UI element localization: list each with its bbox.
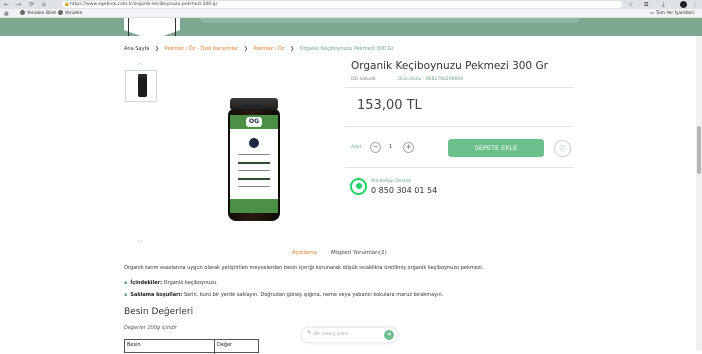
whatsapp-icon-inner bbox=[356, 183, 362, 189]
product-price: 153,00 TL bbox=[357, 98, 422, 113]
chevron-right-icon: ❯ bbox=[154, 46, 160, 52]
bookmarks-bar: ▦ Yeniden Bilet Yeniden ▭ Tüm Yer İşaret… bbox=[0, 9, 702, 18]
product-title: Organik Keçiboynuzu Pekmezi 300 Gr bbox=[351, 60, 548, 72]
bullet-value: Organik keçiboynuzu. bbox=[162, 280, 218, 286]
menu-icon[interactable]: ⋮ bbox=[692, 0, 698, 9]
message-input[interactable]: ✎ Bir mesaj yazın ➜ bbox=[302, 328, 397, 342]
product-thumbnail[interactable] bbox=[125, 70, 157, 102]
reload-icon[interactable]: ⟳ bbox=[29, 0, 34, 9]
nutrition-subtitle: Değerler 100g içindir bbox=[124, 325, 177, 331]
url-text: https://www.ogebink.com.tr/organik-kecib… bbox=[70, 2, 218, 7]
profile-avatar[interactable] bbox=[680, 1, 687, 8]
home-icon[interactable]: ⌂ bbox=[42, 0, 46, 9]
quantity-decrease-button[interactable]: − bbox=[370, 142, 381, 153]
send-icon[interactable]: ➜ bbox=[384, 330, 394, 340]
breadcrumb: Ana Sayfa ❯ Pekmez / Öz - Özel Karışımla… bbox=[124, 46, 394, 52]
all-bookmarks[interactable]: ▭ Tüm Yer İşaretleri bbox=[650, 9, 695, 18]
breadcrumb-category[interactable]: Pekmez / Öz - Özel Karışımlar bbox=[165, 46, 238, 52]
tab-description[interactable]: Açıklama bbox=[292, 250, 317, 256]
breadcrumb-home[interactable]: Ana Sayfa bbox=[124, 46, 149, 52]
chat-icon: ✎ bbox=[307, 330, 312, 336]
jar-thumbnail-image bbox=[138, 76, 147, 97]
divider bbox=[345, 167, 573, 168]
globe-icon bbox=[58, 10, 63, 15]
lock-icon: 🔒 bbox=[64, 2, 70, 7]
label-text-line bbox=[238, 178, 270, 180]
scrollbar-thumb[interactable] bbox=[697, 126, 701, 174]
quantity-input[interactable]: 1 bbox=[389, 144, 392, 150]
breadcrumb-subcategory[interactable]: Pekmez / Öz bbox=[254, 46, 285, 52]
label-text-line bbox=[238, 154, 270, 155]
chevron-right-icon: ❯ bbox=[243, 46, 248, 52]
table-header: Besin bbox=[127, 342, 141, 348]
chevron-right-icon: ❯ bbox=[289, 46, 295, 52]
label-text-line bbox=[238, 162, 270, 164]
organic-seal-icon bbox=[249, 138, 259, 148]
product-sku: Ürün Kodu : 8682792206660 bbox=[398, 77, 464, 82]
bullet-key: İçindekiler: bbox=[130, 280, 163, 286]
tab-reviews[interactable]: Müşteri Yorumları(2) bbox=[331, 250, 387, 256]
chevron-up-icon[interactable]: ︿ bbox=[137, 58, 143, 67]
header-search-strip[interactable] bbox=[200, 18, 580, 23]
quantity-label: Adet bbox=[351, 145, 362, 150]
description-bullet: ▪ Saklama koşulları: Serin, kuru bir yerd… bbox=[124, 292, 443, 298]
message-placeholder: Bir mesaj yazın bbox=[314, 332, 349, 337]
browser-toolbar: ← → ⟳ ⌂ 🔒 https://www.ogebink.com.tr/org… bbox=[0, 0, 702, 9]
bookmark-item[interactable]: Yeniden Bilet bbox=[20, 9, 56, 18]
bullet-key: Saklama koşulları: bbox=[130, 292, 183, 298]
back-icon[interactable]: ← bbox=[4, 0, 9, 9]
address-bar[interactable]: 🔒 https://www.ogebink.com.tr/organik-kec… bbox=[62, 1, 622, 8]
forward-icon[interactable]: → bbox=[16, 0, 21, 9]
jar-lid-thumbnail bbox=[138, 74, 147, 78]
logo-frame bbox=[128, 18, 176, 36]
divider bbox=[345, 126, 573, 127]
bookmark-item[interactable]: Yeniden bbox=[58, 9, 83, 18]
nutrition-title: Besin Değerleri bbox=[124, 307, 194, 317]
extensions-icon[interactable]: ⧉ bbox=[644, 0, 648, 9]
heart-icon[interactable]: ♡ bbox=[554, 140, 571, 157]
jar-label-band bbox=[230, 199, 278, 213]
product-description: Organik tarım esaslarına uygun olarak ye… bbox=[124, 265, 484, 271]
brand-logo: OG bbox=[246, 117, 262, 127]
whatsapp-label[interactable]: WhatsApp Destek bbox=[371, 179, 411, 184]
label-text-line bbox=[238, 186, 270, 187]
breadcrumb-current: Organik Keçiboynuzu Pekmezi 300 Gr bbox=[299, 46, 394, 52]
bullet-icon: ▪ bbox=[124, 292, 128, 298]
add-to-cart-button[interactable]: SEPETE EKLE bbox=[448, 139, 544, 157]
bullet-value: Serin, kuru bir yerde saklayın. Doğrudan… bbox=[182, 292, 444, 298]
globe-icon bbox=[20, 10, 25, 15]
quantity-increase-button[interactable]: + bbox=[403, 142, 414, 153]
scrollbar[interactable] bbox=[696, 36, 702, 351]
divider bbox=[345, 87, 573, 88]
jar-lid bbox=[230, 98, 278, 110]
apps-grid-icon[interactable]: ▦ bbox=[4, 11, 9, 17]
product-image[interactable]: OG bbox=[200, 70, 310, 235]
download-icon[interactable]: ⤓ bbox=[662, 0, 665, 9]
whatsapp-icon[interactable] bbox=[350, 178, 367, 195]
product-brand[interactable]: OG natural bbox=[351, 77, 376, 82]
description-bullet: ▪ İçindekiler: Organik keçiboynuzu. bbox=[124, 280, 218, 286]
label-text-line bbox=[238, 170, 270, 171]
bullet-icon: ▪ bbox=[124, 280, 128, 286]
star-icon[interactable]: ☆ bbox=[628, 0, 633, 9]
table-header: Değer bbox=[217, 342, 233, 348]
whatsapp-phone[interactable]: 0 850 304 01 54 bbox=[371, 186, 437, 195]
chevron-down-icon[interactable]: ﹀ bbox=[137, 238, 143, 247]
